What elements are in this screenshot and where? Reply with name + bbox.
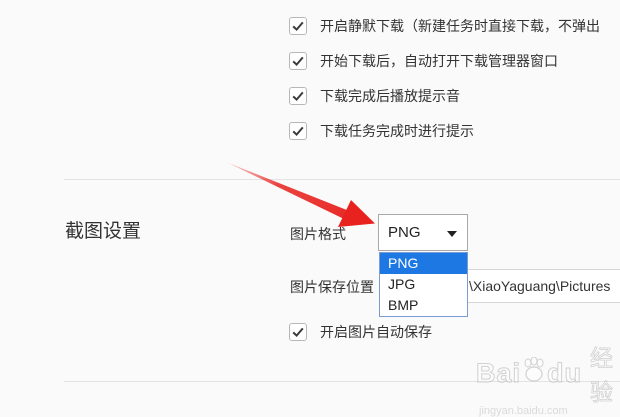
- red-arrow-icon: [226, 162, 375, 227]
